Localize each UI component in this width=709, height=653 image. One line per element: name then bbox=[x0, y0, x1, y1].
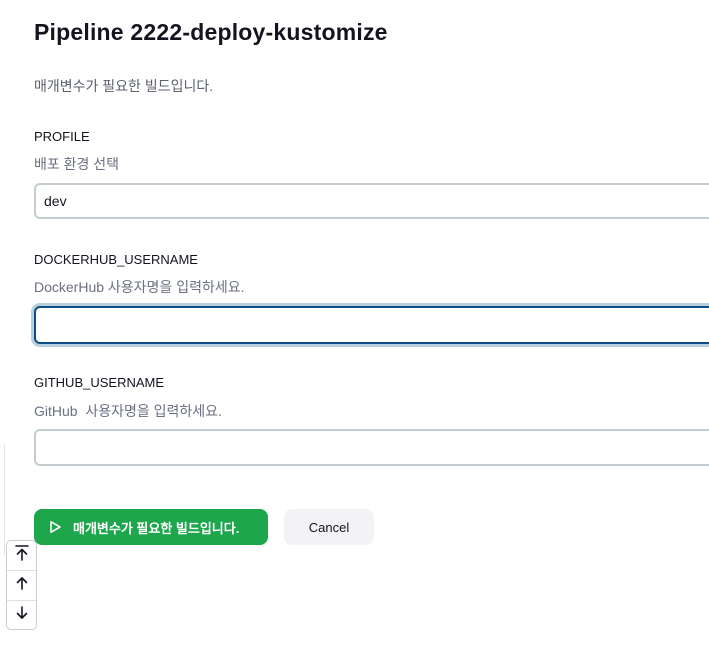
scroll-to-top-icon bbox=[14, 544, 30, 567]
build-button[interactable]: 매개변수가 필요한 빌드입니다. bbox=[34, 509, 268, 545]
arrow-down-icon bbox=[14, 605, 30, 626]
param-profile-name: PROFILE bbox=[34, 129, 90, 144]
play-icon bbox=[48, 520, 62, 534]
profile-input[interactable]: dev bbox=[34, 183, 709, 219]
dockerhub-username-input[interactable] bbox=[34, 306, 709, 344]
scroll-to-top-button[interactable] bbox=[7, 541, 36, 570]
github-username-input[interactable] bbox=[34, 429, 709, 466]
param-dockerhub-username-name: DOCKERHUB_USERNAME bbox=[34, 252, 198, 267]
cancel-button-label: Cancel bbox=[308, 519, 350, 535]
scroll-up-button[interactable] bbox=[7, 571, 36, 600]
build-with-parameters-page: Pipeline 2222-deploy-kustomize 매개변수가 필요한… bbox=[0, 0, 709, 653]
arrow-up-icon bbox=[14, 575, 30, 596]
page-title: Pipeline 2222-deploy-kustomize bbox=[34, 19, 388, 45]
profile-input-value: dev bbox=[44, 193, 67, 209]
sidebar-edge bbox=[0, 445, 5, 555]
param-github-username-description: GitHub 사용자명을 입력하세요. bbox=[34, 403, 222, 419]
scroll-down-button[interactable] bbox=[7, 601, 36, 630]
scroll-controls bbox=[6, 540, 37, 630]
cancel-button[interactable]: Cancel bbox=[284, 509, 374, 545]
build-button-label: 매개변수가 필요한 빌드입니다. bbox=[73, 520, 240, 536]
page-subtitle: 매개변수가 필요한 빌드입니다. bbox=[34, 78, 214, 94]
param-dockerhub-username-description: DockerHub 사용자명을 입력하세요. bbox=[34, 279, 245, 295]
param-github-username-name: GITHUB_USERNAME bbox=[34, 375, 165, 390]
param-profile-description: 배포 환경 선택 bbox=[34, 156, 120, 172]
